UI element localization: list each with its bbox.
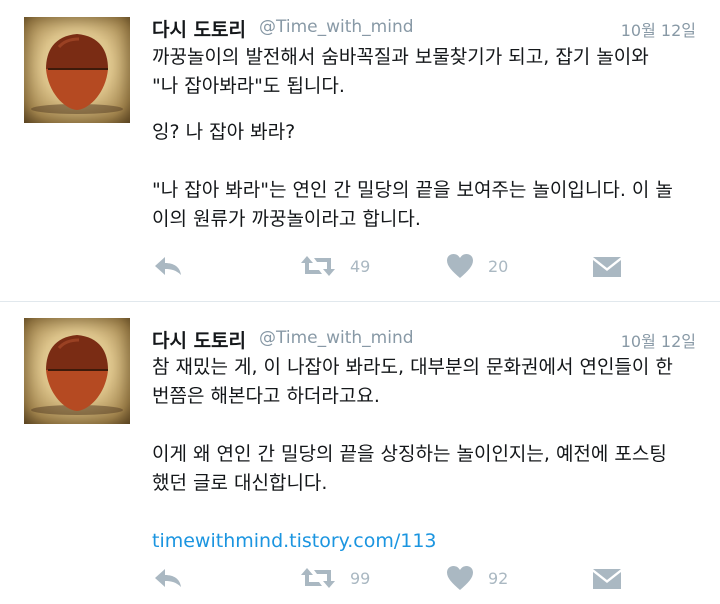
retweet-count: 49 xyxy=(350,256,371,276)
author-handle[interactable]: @Time_with_mind xyxy=(259,328,414,348)
retweet-icon xyxy=(301,568,335,588)
reply-button[interactable] xyxy=(152,563,184,593)
tweet-paragraph: 이게 왜 연인 간 밀당의 끝을 상징하는 놀이인지는, 예전에 포스팅 했던 … xyxy=(152,443,667,494)
heart-icon xyxy=(447,566,473,590)
avatar[interactable] xyxy=(24,17,130,123)
avatar[interactable] xyxy=(24,318,130,424)
retweet-button[interactable]: 99 xyxy=(300,563,370,593)
tweet-paragraph: 까꿍놀이의 발전해서 숨바꼭질과 보물찾기가 되고, 잡기 놀이와 "나 잡아봐… xyxy=(152,46,649,97)
retweet-button[interactable]: 49 xyxy=(300,251,370,281)
like-button[interactable]: 20 xyxy=(446,251,508,281)
author-handle[interactable]: @Time_with_mind xyxy=(259,17,414,37)
direct-message-icon xyxy=(593,569,621,589)
tweet-text: 까꿍놀이의 발전해서 숨바꼭질과 보물찾기가 되고, 잡기 놀이와 "나 잡아봐… xyxy=(152,43,692,234)
acorn-image xyxy=(31,335,123,415)
retweet-count: 99 xyxy=(350,568,371,588)
author-name[interactable]: 다시 도토리 xyxy=(152,15,246,42)
tweet-date[interactable]: 10월 12일 xyxy=(621,328,696,352)
tweet-paragraph: 참 재밌는 게, 이 나잡아 봐라도, 대부분의 문화권에서 연인들이 한 번쯤… xyxy=(152,356,673,407)
tweet: 다시 도토리 @Time_with_mind 10월 12일 참 재밌는 게, … xyxy=(0,302,720,604)
direct-message-button[interactable] xyxy=(592,563,622,593)
like-count: 20 xyxy=(488,256,509,276)
reply-icon xyxy=(155,569,181,587)
direct-message-icon xyxy=(593,257,621,277)
tweet-date[interactable]: 10월 12일 xyxy=(621,17,696,41)
direct-message-button[interactable] xyxy=(592,251,622,281)
tweet: 다시 도토리 @Time_with_mind 10월 12일 까꿍놀이의 발전해… xyxy=(0,0,720,301)
heart-icon xyxy=(447,254,473,278)
like-button[interactable]: 92 xyxy=(446,563,508,593)
reply-icon xyxy=(155,257,181,275)
tweet-paragraph: "나 잡아 봐라"는 연인 간 밀당의 끝을 보여주는 놀이입니다. 이 놀 이… xyxy=(152,179,673,230)
retweet-icon xyxy=(301,256,335,276)
tweet-link[interactable]: timewithmind.tistory.com/113 xyxy=(152,527,692,556)
author-name[interactable]: 다시 도토리 xyxy=(152,326,246,353)
acorn-image xyxy=(31,34,123,114)
tweet-text: 참 재밌는 게, 이 나잡아 봐라도, 대부분의 문화권에서 연인들이 한 번쯤… xyxy=(152,353,692,556)
tweet-actions: 99 92 xyxy=(152,563,632,593)
tweet-actions: 49 20 xyxy=(152,251,632,281)
like-count: 92 xyxy=(488,568,509,588)
reply-button[interactable] xyxy=(152,251,184,281)
tweet-paragraph: 잉? 나 잡아 봐라? xyxy=(152,121,296,143)
